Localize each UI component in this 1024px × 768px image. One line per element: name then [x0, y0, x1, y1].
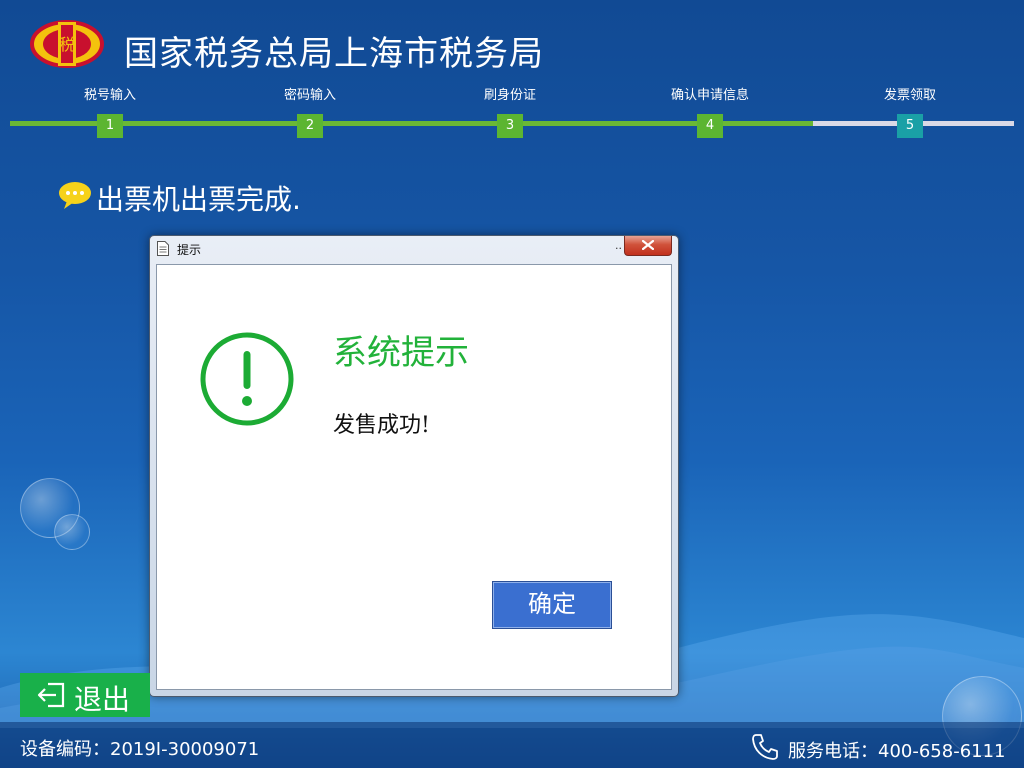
phone-icon — [752, 734, 778, 760]
step-number: 2 — [297, 114, 323, 138]
step-5: 发票领取 5 — [850, 86, 970, 138]
tax-emblem-icon: 税 — [30, 20, 104, 68]
document-icon — [157, 241, 169, 256]
exit-icon — [37, 682, 65, 708]
step-number: 1 — [97, 114, 123, 138]
chat-bubble-icon — [59, 182, 91, 209]
background-bubble — [54, 514, 90, 550]
step-label: 刷身份证 — [483, 88, 536, 103]
status-message-text: 出票机出票完成. — [96, 183, 301, 216]
step-2: 密码输入 2 — [250, 86, 370, 138]
step-number: 3 — [497, 114, 523, 138]
dialog-message: 发售成功! — [333, 413, 430, 438]
step-number-current: 5 — [897, 114, 923, 138]
device-code: 设备编码：2019I-30009071 — [20, 739, 260, 760]
ok-button[interactable]: 确定 — [492, 581, 612, 629]
site-title: 国家税务总局上海市税务局 — [124, 34, 544, 74]
close-icon — [642, 240, 654, 250]
dialog-titlebar[interactable]: 提示 .. — [150, 236, 678, 262]
step-label: 确认申请信息 — [670, 88, 749, 103]
dialog-heading: 系统提示 — [333, 333, 469, 373]
step-progress: 税号输入 1 密码输入 2 刷身份证 3 确认申请信息 4 发票领取 5 — [0, 86, 1024, 142]
svg-text:税: 税 — [59, 35, 75, 54]
step-label: 发票领取 — [883, 88, 936, 103]
exit-button[interactable]: 退出 — [20, 673, 150, 717]
step-track-completed — [10, 121, 813, 126]
title-overflow-dots: .. — [615, 239, 622, 252]
close-button[interactable] — [624, 236, 672, 256]
prompt-dialog: 提示 .. 系统提示 发售成功! 确定 — [149, 235, 679, 697]
dialog-content: 系统提示 发售成功! 确定 — [156, 264, 672, 690]
step-1: 税号输入 1 — [50, 86, 170, 138]
step-label: 税号输入 — [83, 88, 136, 103]
exit-label: 退出 — [74, 683, 131, 716]
step-number: 4 — [697, 114, 723, 138]
footer: 设备编码：2019I-30009071 服务电话：400-658-6111 — [0, 722, 1024, 768]
header: 税 国家税务总局上海市税务局 — [0, 0, 1024, 80]
service-phone: 服务电话：400-658-6111 — [788, 741, 1006, 762]
step-3: 刷身份证 3 — [450, 86, 570, 138]
dialog-title: 提示 — [177, 243, 202, 257]
alert-circle-icon — [200, 332, 294, 426]
step-4: 确认申请信息 4 — [650, 86, 770, 138]
step-label: 密码输入 — [283, 88, 336, 103]
